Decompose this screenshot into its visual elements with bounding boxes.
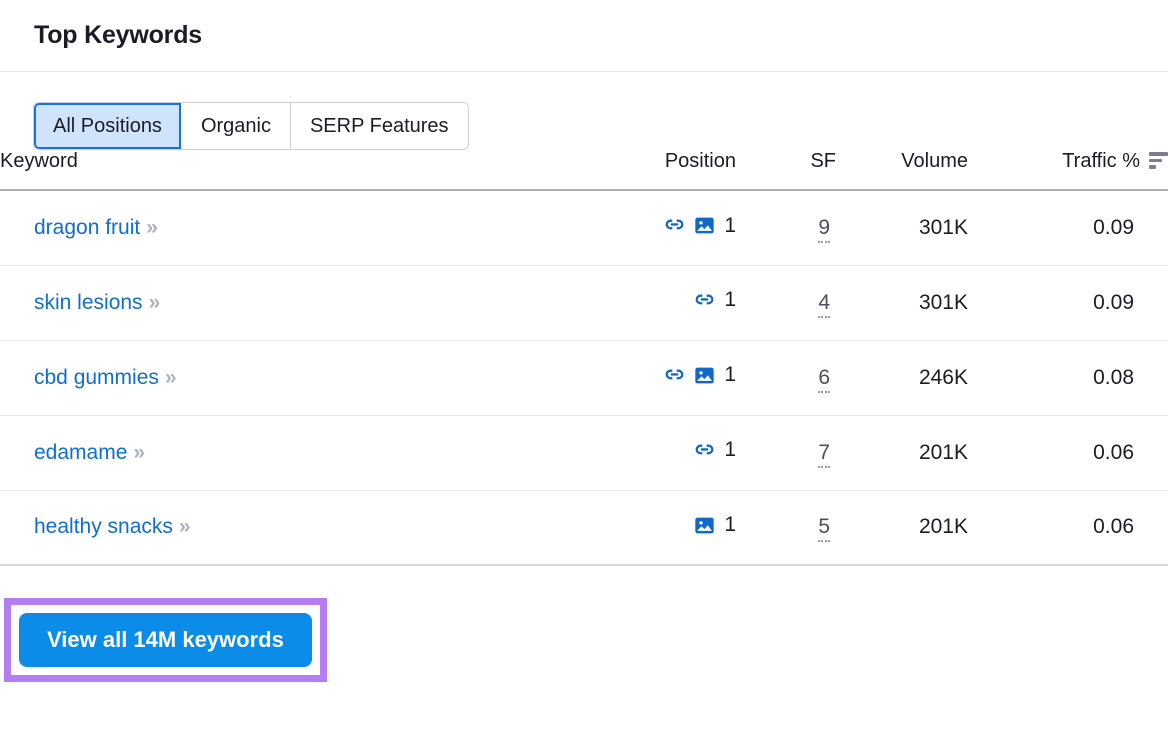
table-header-row: Keyword Position SF Volume Traffic % xyxy=(0,150,1168,190)
position-value: 1 xyxy=(724,288,736,312)
volume-cell: 301K xyxy=(836,190,968,265)
cta-highlight-box: View all 14M keywords xyxy=(4,598,327,682)
page-title: Top Keywords xyxy=(34,21,202,50)
link-icon[interactable] xyxy=(694,290,715,311)
tab-group: All Positions Organic SERP Features xyxy=(33,102,469,150)
sf-value[interactable]: 7 xyxy=(818,441,830,468)
sf-cell: 5 xyxy=(736,490,836,565)
tab-all-positions[interactable]: All Positions xyxy=(34,103,181,149)
image-icon[interactable] xyxy=(694,515,715,536)
sf-cell: 4 xyxy=(736,265,836,340)
table-row[interactable]: dragon fruit » 1 9 301K 0.09 xyxy=(0,190,1168,265)
tab-all-positions-label: All Positions xyxy=(53,115,162,138)
traffic-cell: 0.09 xyxy=(968,265,1168,340)
position-cell: 1 xyxy=(608,340,736,415)
sf-cell: 9 xyxy=(736,190,836,265)
keyword-cell: dragon fruit » xyxy=(0,190,608,265)
keyword-link[interactable]: cbd gummies xyxy=(34,366,159,389)
position-value: 1 xyxy=(724,438,736,462)
position-cell: 1 xyxy=(608,190,736,265)
column-header-position[interactable]: Position xyxy=(608,150,736,190)
position-value: 1 xyxy=(724,513,736,537)
chevron-double-right-icon[interactable]: » xyxy=(149,291,159,314)
tab-organic[interactable]: Organic xyxy=(182,103,291,149)
sf-value[interactable]: 5 xyxy=(818,515,830,542)
keyword-link[interactable]: dragon fruit xyxy=(34,216,140,239)
keyword-cell: healthy snacks » xyxy=(0,490,608,565)
tab-serp-features[interactable]: SERP Features xyxy=(291,103,468,149)
table-row[interactable]: healthy snacks » 1 5 201K 0.06 xyxy=(0,490,1168,565)
chevron-double-right-icon[interactable]: » xyxy=(179,515,189,538)
serp-features-icons xyxy=(694,290,715,311)
volume-cell: 201K xyxy=(836,490,968,565)
keyword-link[interactable]: skin lesions xyxy=(34,291,143,314)
traffic-cell: 0.06 xyxy=(968,415,1168,490)
chevron-double-right-icon[interactable]: » xyxy=(146,216,156,239)
chevron-double-right-icon[interactable]: » xyxy=(165,366,175,389)
sf-value[interactable]: 6 xyxy=(818,366,830,393)
table-row[interactable]: edamame » 1 7 201K 0.06 xyxy=(0,415,1168,490)
serp-features-icons xyxy=(664,365,715,386)
sf-cell: 7 xyxy=(736,415,836,490)
traffic-cell: 0.06 xyxy=(968,490,1168,565)
tabs-container: All Positions Organic SERP Features xyxy=(0,72,1168,150)
serp-features-icons xyxy=(664,215,715,236)
link-icon[interactable] xyxy=(664,215,685,236)
table-row[interactable]: skin lesions » 1 4 301K 0.09 xyxy=(0,265,1168,340)
column-header-volume[interactable]: Volume xyxy=(836,150,968,190)
traffic-cell: 0.08 xyxy=(968,340,1168,415)
image-icon[interactable] xyxy=(694,365,715,386)
volume-cell: 201K xyxy=(836,415,968,490)
keywords-table: Keyword Position SF Volume Traffic % dra… xyxy=(0,150,1168,566)
position-cell: 1 xyxy=(608,265,736,340)
keyword-link[interactable]: healthy snacks xyxy=(34,515,173,538)
table-row[interactable]: cbd gummies » 1 6 246K 0.08 xyxy=(0,340,1168,415)
sf-value[interactable]: 4 xyxy=(818,291,830,318)
cta-container: View all 14M keywords xyxy=(0,566,1168,682)
position-cell: 1 xyxy=(608,490,736,565)
serp-features-icons xyxy=(694,515,715,536)
volume-cell: 246K xyxy=(836,340,968,415)
view-all-keywords-button[interactable]: View all 14M keywords xyxy=(19,613,312,667)
serp-features-icons xyxy=(694,440,715,461)
image-icon[interactable] xyxy=(694,215,715,236)
position-value: 1 xyxy=(724,363,736,387)
table-body: dragon fruit » 1 9 301K 0.09 xyxy=(0,190,1168,565)
sort-descending-icon[interactable] xyxy=(1149,152,1168,171)
link-icon[interactable] xyxy=(694,440,715,461)
position-cell: 1 xyxy=(608,415,736,490)
traffic-cell: 0.09 xyxy=(968,190,1168,265)
table-header: Keyword Position SF Volume Traffic % xyxy=(0,150,1168,190)
chevron-double-right-icon[interactable]: » xyxy=(133,441,143,464)
top-keywords-widget: Top Keywords All Positions Organic SERP … xyxy=(0,0,1168,744)
keyword-cell: skin lesions » xyxy=(0,265,608,340)
position-value: 1 xyxy=(724,214,736,238)
tab-serp-features-label: SERP Features xyxy=(310,115,449,138)
column-header-traffic[interactable]: Traffic % xyxy=(968,150,1168,190)
sf-value[interactable]: 9 xyxy=(818,216,830,243)
link-icon[interactable] xyxy=(664,365,685,386)
keyword-cell: edamame » xyxy=(0,415,608,490)
column-header-sf[interactable]: SF xyxy=(736,150,836,190)
column-header-keyword[interactable]: Keyword xyxy=(0,150,608,190)
column-header-traffic-label: Traffic % xyxy=(1062,150,1140,173)
widget-header: Top Keywords xyxy=(0,0,1168,72)
tab-organic-label: Organic xyxy=(201,115,271,138)
keyword-link[interactable]: edamame xyxy=(34,441,127,464)
keyword-cell: cbd gummies » xyxy=(0,340,608,415)
sf-cell: 6 xyxy=(736,340,836,415)
volume-cell: 301K xyxy=(836,265,968,340)
